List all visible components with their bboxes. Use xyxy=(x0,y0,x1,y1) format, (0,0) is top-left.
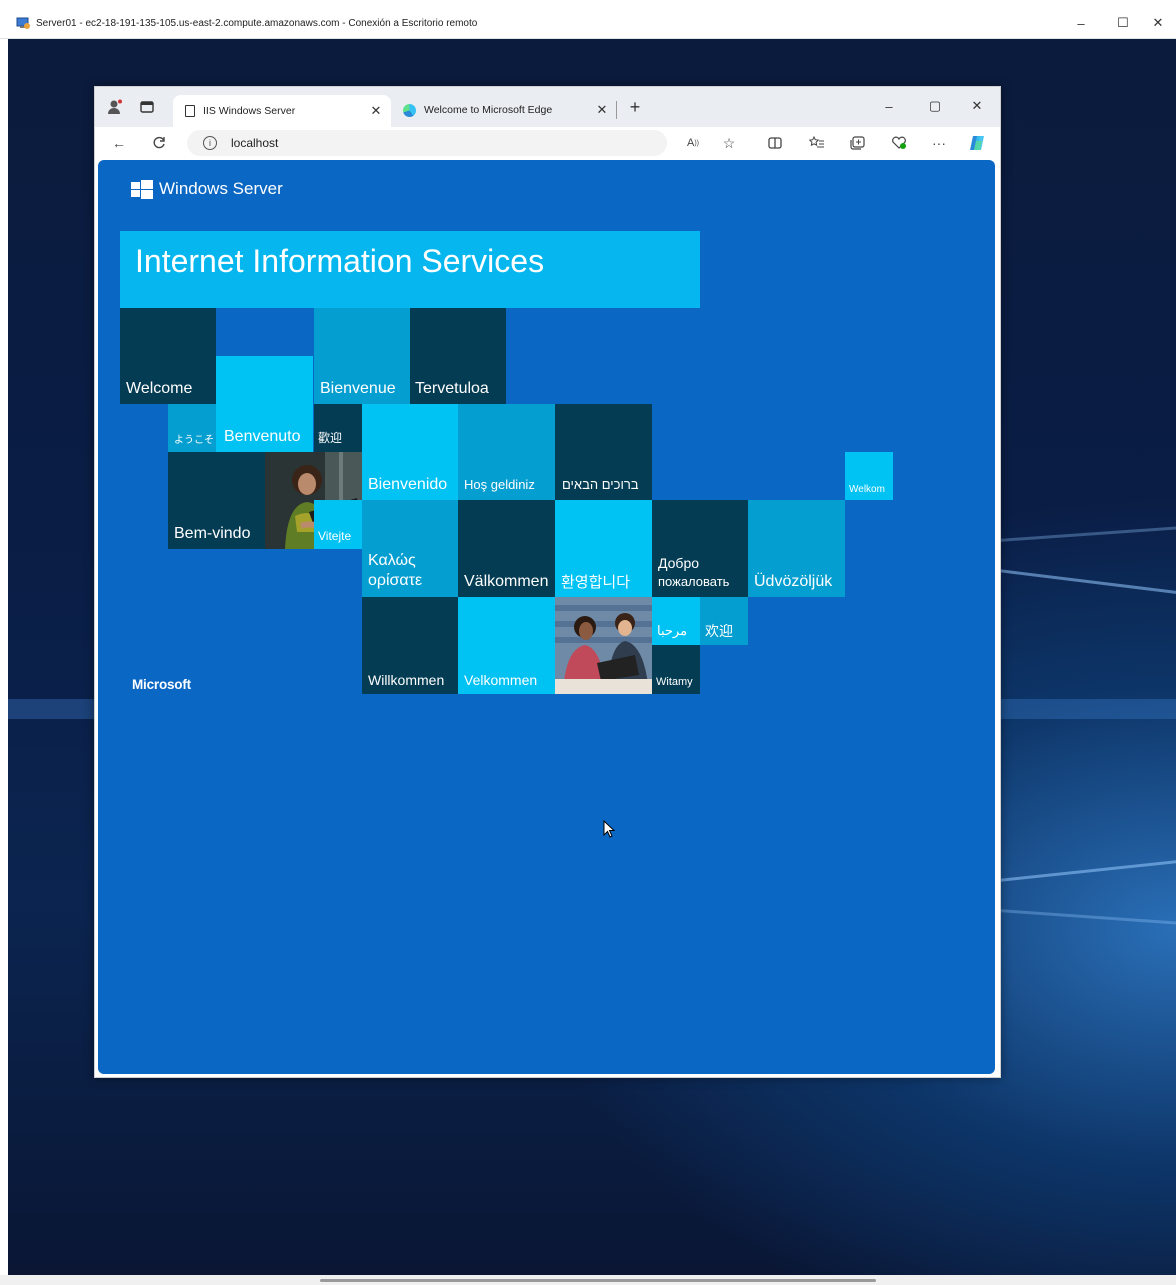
browser-close-button[interactable]: ✕ xyxy=(959,95,995,117)
windows-logo-icon xyxy=(131,180,153,199)
rdp-close-button[interactable]: ✕ xyxy=(1140,8,1176,38)
windows-server-logo: Windows Server xyxy=(131,179,283,199)
tile-velkommen: Velkommen xyxy=(458,597,555,694)
tile-label: ようこそ xyxy=(174,434,214,446)
tile-huanying-simplified: 欢迎 xyxy=(700,597,748,645)
tile-label: 歡迎 xyxy=(318,431,343,446)
tile-label: пожаловать xyxy=(658,574,730,590)
tab-close-icon[interactable]: ✕ xyxy=(367,103,385,119)
browser-maximize-button[interactable]: ▢ xyxy=(917,95,953,117)
iis-banner: Internet Information Services xyxy=(120,231,700,308)
tile-label: Hoş geldiniz xyxy=(464,477,535,493)
tile-label: 欢迎 xyxy=(705,622,733,639)
tile-huanying-traditional: 歡迎 xyxy=(314,404,362,452)
tile-vitejte: Vitejte xyxy=(314,500,362,549)
tile-youkoso: ようこそ xyxy=(168,404,216,452)
wallpaper-light-beam xyxy=(997,858,1176,882)
iis-welcome-page: Windows Server Internet Information Serv… xyxy=(98,160,995,1074)
tile-label: مرحبا xyxy=(657,623,688,639)
edge-browser-window: IIS Windows Server ✕ Welcome to Microsof… xyxy=(94,86,1001,1078)
tab-actions-icon[interactable] xyxy=(135,95,159,119)
tab-title: IIS Windows Server xyxy=(203,105,296,117)
windows-server-brand: Windows Server xyxy=(159,179,283,198)
info-icon[interactable]: i xyxy=(203,136,217,150)
tile-label: Bienvenue xyxy=(320,379,396,397)
tile-welcome: Welcome xyxy=(120,308,216,404)
tile-label: Witamy xyxy=(656,676,693,689)
tab-close-icon[interactable]: ✕ xyxy=(593,102,611,118)
tile-willkommen: Willkommen xyxy=(362,597,458,694)
tile-label: Добро xyxy=(658,554,700,571)
url-text: localhost xyxy=(231,136,279,150)
back-arrow-icon[interactable]: ← xyxy=(107,131,131,155)
copilot-icon[interactable] xyxy=(965,131,989,155)
profile-icon[interactable] xyxy=(103,95,127,119)
tab-welcome-edge[interactable]: Welcome to Microsoft Edge ✕ xyxy=(397,95,617,125)
browser-minimize-button[interactable]: – xyxy=(871,95,907,117)
tile-witamy: Witamy xyxy=(652,645,700,694)
tile-label: Vitejte xyxy=(318,529,352,544)
mouse-cursor-icon xyxy=(603,820,615,838)
browser-toolbar: ← i localhost A)) ☆ ··· xyxy=(95,127,1000,159)
tile-label: Willkommen xyxy=(368,671,445,688)
rdp-window-title: Server01 - ec2-18-191-135-105.us-east-2.… xyxy=(36,17,478,29)
tile-hos-geldiniz: Hoş geldiniz xyxy=(458,404,555,500)
tab-iis-windows-server[interactable]: IIS Windows Server ✕ xyxy=(173,95,391,127)
read-aloud-icon[interactable]: A)) xyxy=(681,131,705,155)
split-screen-icon[interactable] xyxy=(763,131,787,155)
tile-label: Welkom xyxy=(849,483,885,495)
tile-label: ορίσατε xyxy=(368,571,423,589)
rdp-minimize-button[interactable]: – xyxy=(1058,8,1104,38)
tile-valkommen: Välkommen xyxy=(458,500,555,597)
tile-label: 환영합니다 xyxy=(561,573,631,591)
tile-bienvenue: Bienvenue xyxy=(314,308,410,404)
wallpaper-light-beam xyxy=(997,909,1176,926)
photo-two-people-laptop xyxy=(555,597,652,694)
rdp-horizontal-scrollbar[interactable] xyxy=(0,1275,1176,1285)
tile-tervetuloa: Tervetuloa xyxy=(410,308,506,404)
remote-desktop-icon xyxy=(16,16,30,30)
tab-separator xyxy=(616,101,617,119)
tile-label: Welcome xyxy=(126,379,193,397)
tile-label: Benvenuto xyxy=(224,427,301,445)
tile-hwanyeong: 환영합니다 xyxy=(555,500,652,597)
tile-benvenuto: Benvenuto xyxy=(216,356,313,452)
new-tab-button[interactable]: + xyxy=(623,95,647,119)
tab-title: Welcome to Microsoft Edge xyxy=(424,104,553,116)
tile-label: Bienvenido xyxy=(368,475,448,493)
rdp-title-bar: Server01 - ec2-18-191-135-105.us-east-2.… xyxy=(0,8,1176,39)
page-icon xyxy=(185,105,195,117)
favorites-list-icon[interactable] xyxy=(805,131,829,155)
tile-label: Üdvözöljük xyxy=(754,572,833,590)
microsoft-footer: Microsoft xyxy=(132,677,191,692)
tile-bem-vindo: Bem-vindo xyxy=(168,452,265,549)
tile-label: Καλώς xyxy=(368,551,416,569)
refresh-icon[interactable] xyxy=(147,131,171,155)
favorite-star-icon[interactable]: ☆ xyxy=(717,131,741,155)
tile-label: Velkommen xyxy=(464,671,538,688)
edge-logo-icon xyxy=(403,103,416,117)
tile-bienvenido: Bienvenido xyxy=(362,404,458,500)
tile-kalos-orisate: Καλώς ορίσατε xyxy=(362,500,458,597)
tile-marhaba: مرحبا xyxy=(652,597,700,645)
wallpaper-light-beam xyxy=(997,525,1176,542)
tile-label: ברוכים הבאים xyxy=(562,477,639,493)
scrollbar-thumb[interactable] xyxy=(320,1279,876,1282)
wallpaper-light-beam xyxy=(997,569,1176,597)
browser-essentials-icon[interactable] xyxy=(887,131,911,155)
collections-icon[interactable] xyxy=(845,131,869,155)
more-options-icon[interactable]: ··· xyxy=(927,131,951,155)
tile-dobro-pozhalovat: Добро пожаловать xyxy=(652,500,748,597)
tile-udvozoljuk: Üdvözöljük xyxy=(748,500,845,597)
address-bar[interactable]: i localhost xyxy=(187,130,667,156)
tile-welkom: Welkom xyxy=(845,452,893,500)
page-title: Internet Information Services xyxy=(135,243,545,279)
tile-label: Bem-vindo xyxy=(174,524,251,542)
tab-strip: IIS Windows Server ✕ Welcome to Microsof… xyxy=(95,87,1000,127)
tile-brukhim-habaim: ברוכים הבאים xyxy=(555,404,652,500)
tile-label: Välkommen xyxy=(464,572,549,590)
tile-label: Tervetuloa xyxy=(415,379,489,397)
